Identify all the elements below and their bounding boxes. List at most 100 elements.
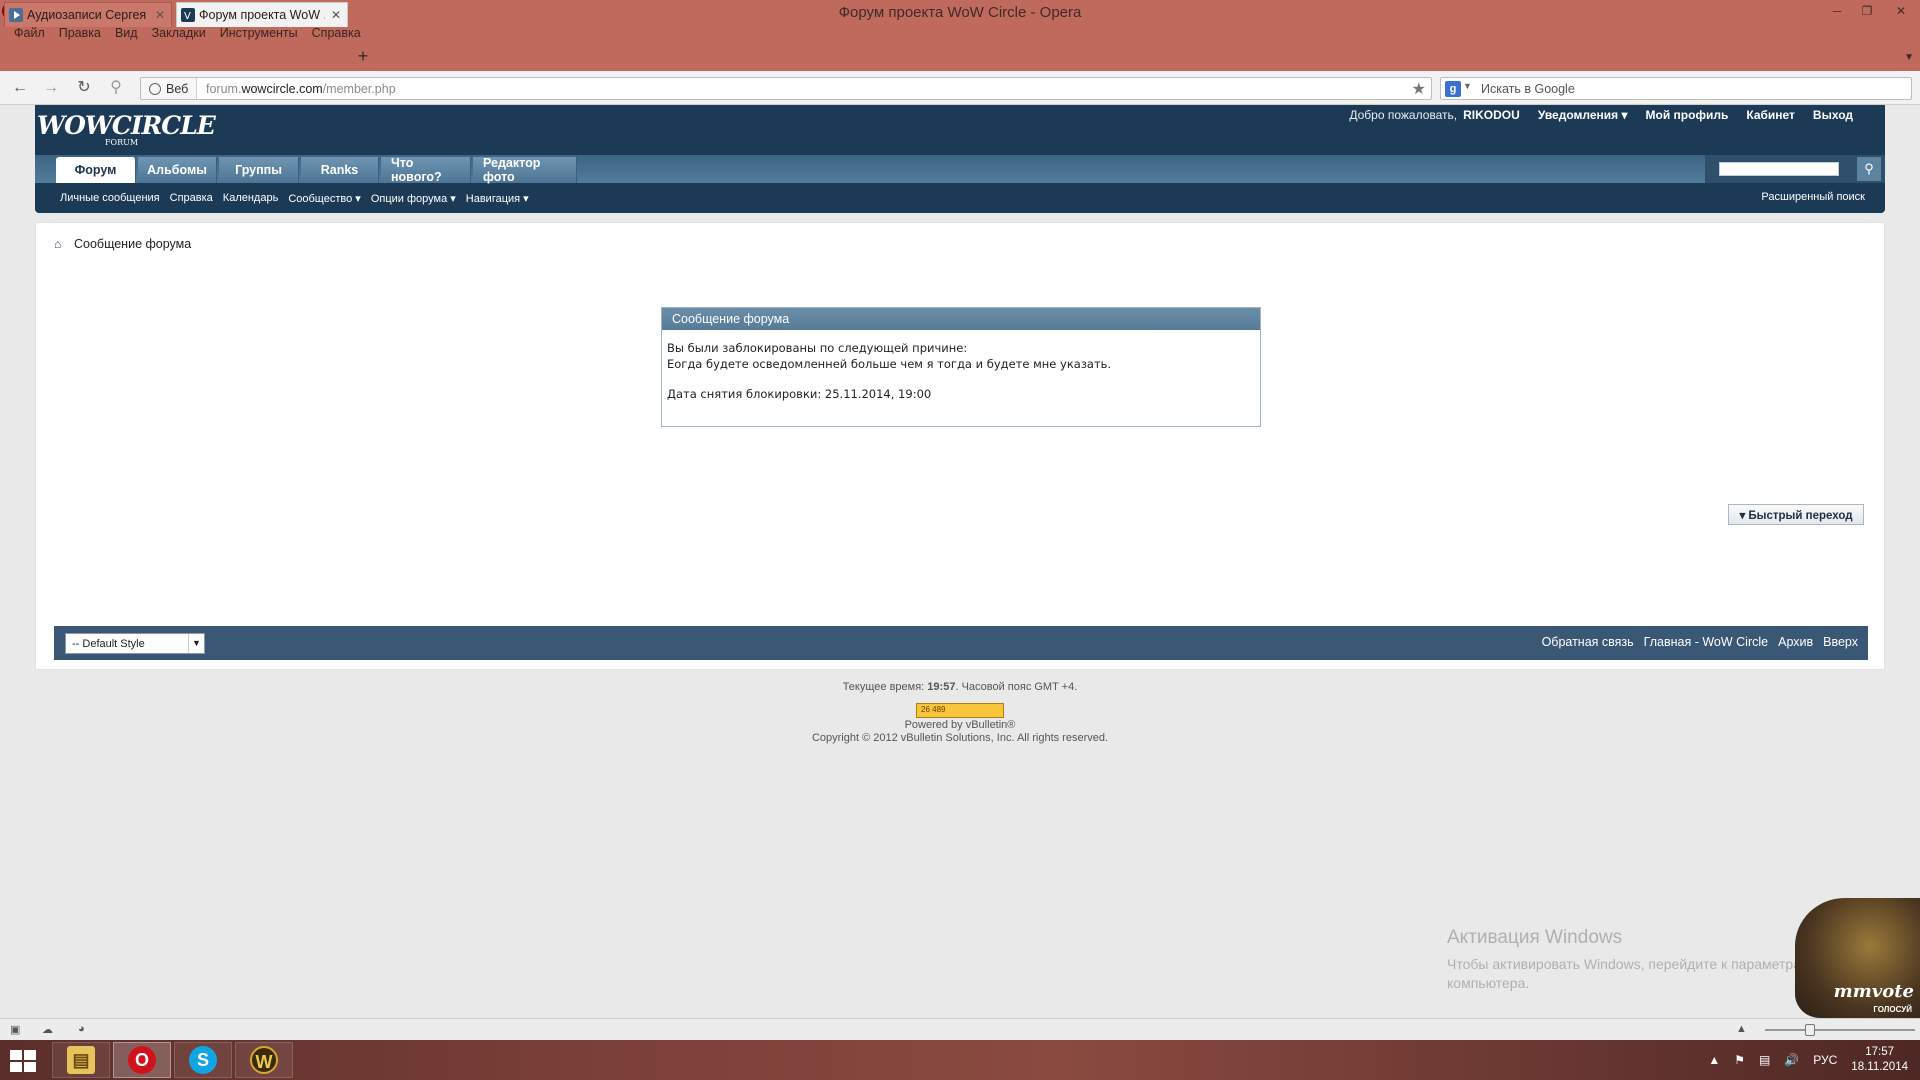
back-icon[interactable]: ← <box>10 79 30 97</box>
copyright: Copyright © 2012 vBulletin Solutions, In… <box>811 732 1109 744</box>
action-center-flag-icon[interactable]: ⚑ <box>1734 1053 1745 1067</box>
footer-archive-link[interactable]: Архив <box>1778 635 1813 649</box>
windows-start-icon[interactable] <box>10 1050 36 1072</box>
tray-chevron-up-icon[interactable]: ▲ <box>1708 1053 1720 1067</box>
tab-audio[interactable]: Аудиозаписи Сергея ... ✕ <box>4 2 172 27</box>
welcome-text: Добро пожаловать, <box>1349 108 1458 122</box>
tab-forum-main[interactable]: Форум <box>56 157 136 183</box>
unite-cloud-icon[interactable]: ☁ <box>42 1023 56 1036</box>
forum-header: WOWCIRCLE FORUM Добро пожаловать, RIKODO… <box>35 105 1885 213</box>
taskbar-explorer[interactable]: ▤ <box>52 1042 110 1078</box>
search-engine-chevron-icon[interactable]: ▼ <box>1463 81 1472 91</box>
menu-item-bookmarks[interactable]: Закладки <box>145 24 213 44</box>
tab-photo-editor[interactable]: Редактор фото <box>473 156 577 184</box>
taskbar-wow[interactable]: W <box>235 1042 293 1078</box>
opera-icon: O <box>128 1046 156 1074</box>
breadcrumb-current: Сообщение форума <box>74 237 192 251</box>
system-tray: ▲ ⚑ ▤ 🔊 РУС 17:57 18.11.2014 <box>1708 1040 1920 1080</box>
tab-whats-new[interactable]: Что нового? <box>381 156 471 184</box>
my-profile-link[interactable]: Мой профиль <box>1646 108 1729 122</box>
clock-date: 18.11.2014 <box>1851 1061 1908 1073</box>
tab-menu-chevron-icon[interactable]: ▼ <box>1904 52 1914 63</box>
search-icon[interactable]: ⚲ <box>1857 157 1881 181</box>
notifications-link[interactable]: Уведомления ▾ <box>1538 108 1628 122</box>
zoom-slider[interactable] <box>1765 1024 1915 1036</box>
mmvote-widget[interactable]: mmvote ГОЛОСУЙ <box>1795 898 1920 1018</box>
language-indicator[interactable]: РУС <box>1813 1053 1837 1067</box>
zoom-slider-handle[interactable] <box>1805 1024 1815 1036</box>
footer-home-link[interactable]: Главная - WoW Circle <box>1644 635 1768 649</box>
style-select-value: -- Default Style <box>72 638 145 650</box>
subnav-calendar[interactable]: Календарь <box>223 192 279 204</box>
menu-item-edit[interactable]: Правка <box>52 24 108 44</box>
forward-icon[interactable]: → <box>41 79 61 97</box>
forum-favicon-icon: V <box>181 8 195 22</box>
new-tab-icon[interactable]: + <box>354 47 372 67</box>
forum-footer-bar: -- Default Style ▼ Обратная связь Главна… <box>54 626 1868 660</box>
maximize-icon[interactable]: ❐ <box>1852 0 1882 22</box>
message-line-1: Вы были заблокированы по следующей причи… <box>667 341 968 355</box>
turbo-icon[interactable]: ◕ <box>78 1023 92 1035</box>
message-header: Сообщение форума <box>662 308 1260 330</box>
key-icon[interactable]: ⚲ <box>106 79 126 97</box>
menu-item-help[interactable]: Справка <box>305 24 368 44</box>
tab-groups[interactable]: Группы <box>219 157 299 183</box>
web-badge[interactable]: Веб <box>141 78 198 99</box>
close-icon[interactable]: ✕ <box>1882 0 1920 22</box>
menu-item-file[interactable]: Файл <box>7 24 52 44</box>
username-link[interactable]: RIKODOU <box>1463 108 1520 122</box>
menu-item-tools[interactable]: Инструменты <box>213 24 305 44</box>
footer-feedback-link[interactable]: Обратная связь <box>1542 635 1634 649</box>
search-input[interactable] <box>1481 80 1901 97</box>
cabinet-link[interactable]: Кабинет <box>1746 108 1795 122</box>
forum-search-input[interactable] <box>1719 162 1839 176</box>
menu-bar: Файл Правка Вид Закладки Инструменты Спр… <box>0 24 1920 44</box>
logout-link[interactable]: Выход <box>1813 108 1853 122</box>
tab-ranks[interactable]: Ranks <box>301 157 379 183</box>
web-badge-label: Веб <box>166 81 189 96</box>
reload-icon[interactable]: ↻ <box>74 79 94 97</box>
tab-forum[interactable]: V Форум проекта WoW ... ✕ <box>176 2 348 27</box>
tab-close-icon[interactable]: ✕ <box>331 8 341 22</box>
panel-toggle-icon[interactable]: ▣ <box>10 1023 24 1036</box>
subnav-help[interactable]: Справка <box>170 192 213 204</box>
chevron-down-icon[interactable]: ▼ <box>188 634 204 653</box>
taskbar-skype[interactable]: S <box>174 1042 232 1078</box>
url-text[interactable]: forum.wowcircle.com/member.php <box>206 82 396 96</box>
tab-albums[interactable]: Альбомы <box>138 157 217 183</box>
subnav-community[interactable]: Сообщество ▾ <box>288 192 360 205</box>
clock[interactable]: 17:57 18.11.2014 <box>1851 1045 1908 1075</box>
page-content: ⌂ Сообщение форума Сообщение форума Вы б… <box>35 222 1885 670</box>
view-chevron-up-icon[interactable]: ▲ <box>1736 1023 1750 1035</box>
current-time-line: Текущее время: 19:57. Часовой пояс GMT +… <box>842 681 1078 693</box>
taskbar-opera[interactable]: O <box>113 1042 171 1078</box>
subnav-private-messages[interactable]: Личные сообщения <box>60 192 160 204</box>
tab-bar <box>0 44 1920 71</box>
footer-top-link[interactable]: Вверх <box>1823 635 1858 649</box>
advanced-search-link[interactable]: Расширенный поиск <box>1761 191 1865 203</box>
url-domain: wowcircle.com <box>241 82 323 96</box>
subnav-navigation[interactable]: Навигация ▾ <box>466 192 529 205</box>
minimize-icon[interactable]: ─ <box>1822 0 1852 22</box>
url-prefix: forum. <box>206 82 242 96</box>
forum-nav-tabs: Форум Альбомы Группы Ranks Что нового? Р… <box>35 155 1885 184</box>
subnav-forum-options[interactable]: Опции форума ▾ <box>371 192 456 205</box>
volume-icon[interactable]: 🔊 <box>1784 1053 1799 1067</box>
forum-message-box: Сообщение форума Вы были заблокированы п… <box>661 307 1261 427</box>
user-links: Добро пожаловать, RIKODOU Уведомления ▾ … <box>1349 108 1853 122</box>
address-bar[interactable]: Веб forum.wowcircle.com/member.php ★ <box>140 77 1432 100</box>
visitor-counter[interactable]: 26 489 <box>916 703 1004 718</box>
search-box[interactable]: g ▼ <box>1440 77 1912 100</box>
bookmark-star-icon[interactable]: ★ <box>1412 79 1426 99</box>
tab-label: Форум проекта WoW ... <box>199 8 325 22</box>
tab-close-icon[interactable]: ✕ <box>155 8 165 22</box>
style-select[interactable]: -- Default Style ▼ <box>65 633 205 654</box>
time-label: Текущее время: <box>842 681 925 693</box>
home-icon[interactable]: ⌂ <box>54 238 66 250</box>
network-icon[interactable]: ▤ <box>1759 1053 1770 1067</box>
powered-by: Powered by vBulletin® <box>904 719 1016 731</box>
google-icon[interactable]: g <box>1445 81 1461 97</box>
site-logo[interactable]: WOWCIRCLE <box>37 111 216 140</box>
menu-item-view[interactable]: Вид <box>108 24 145 44</box>
quick-nav-button[interactable]: ▾ Быстрый переход <box>1728 504 1864 525</box>
